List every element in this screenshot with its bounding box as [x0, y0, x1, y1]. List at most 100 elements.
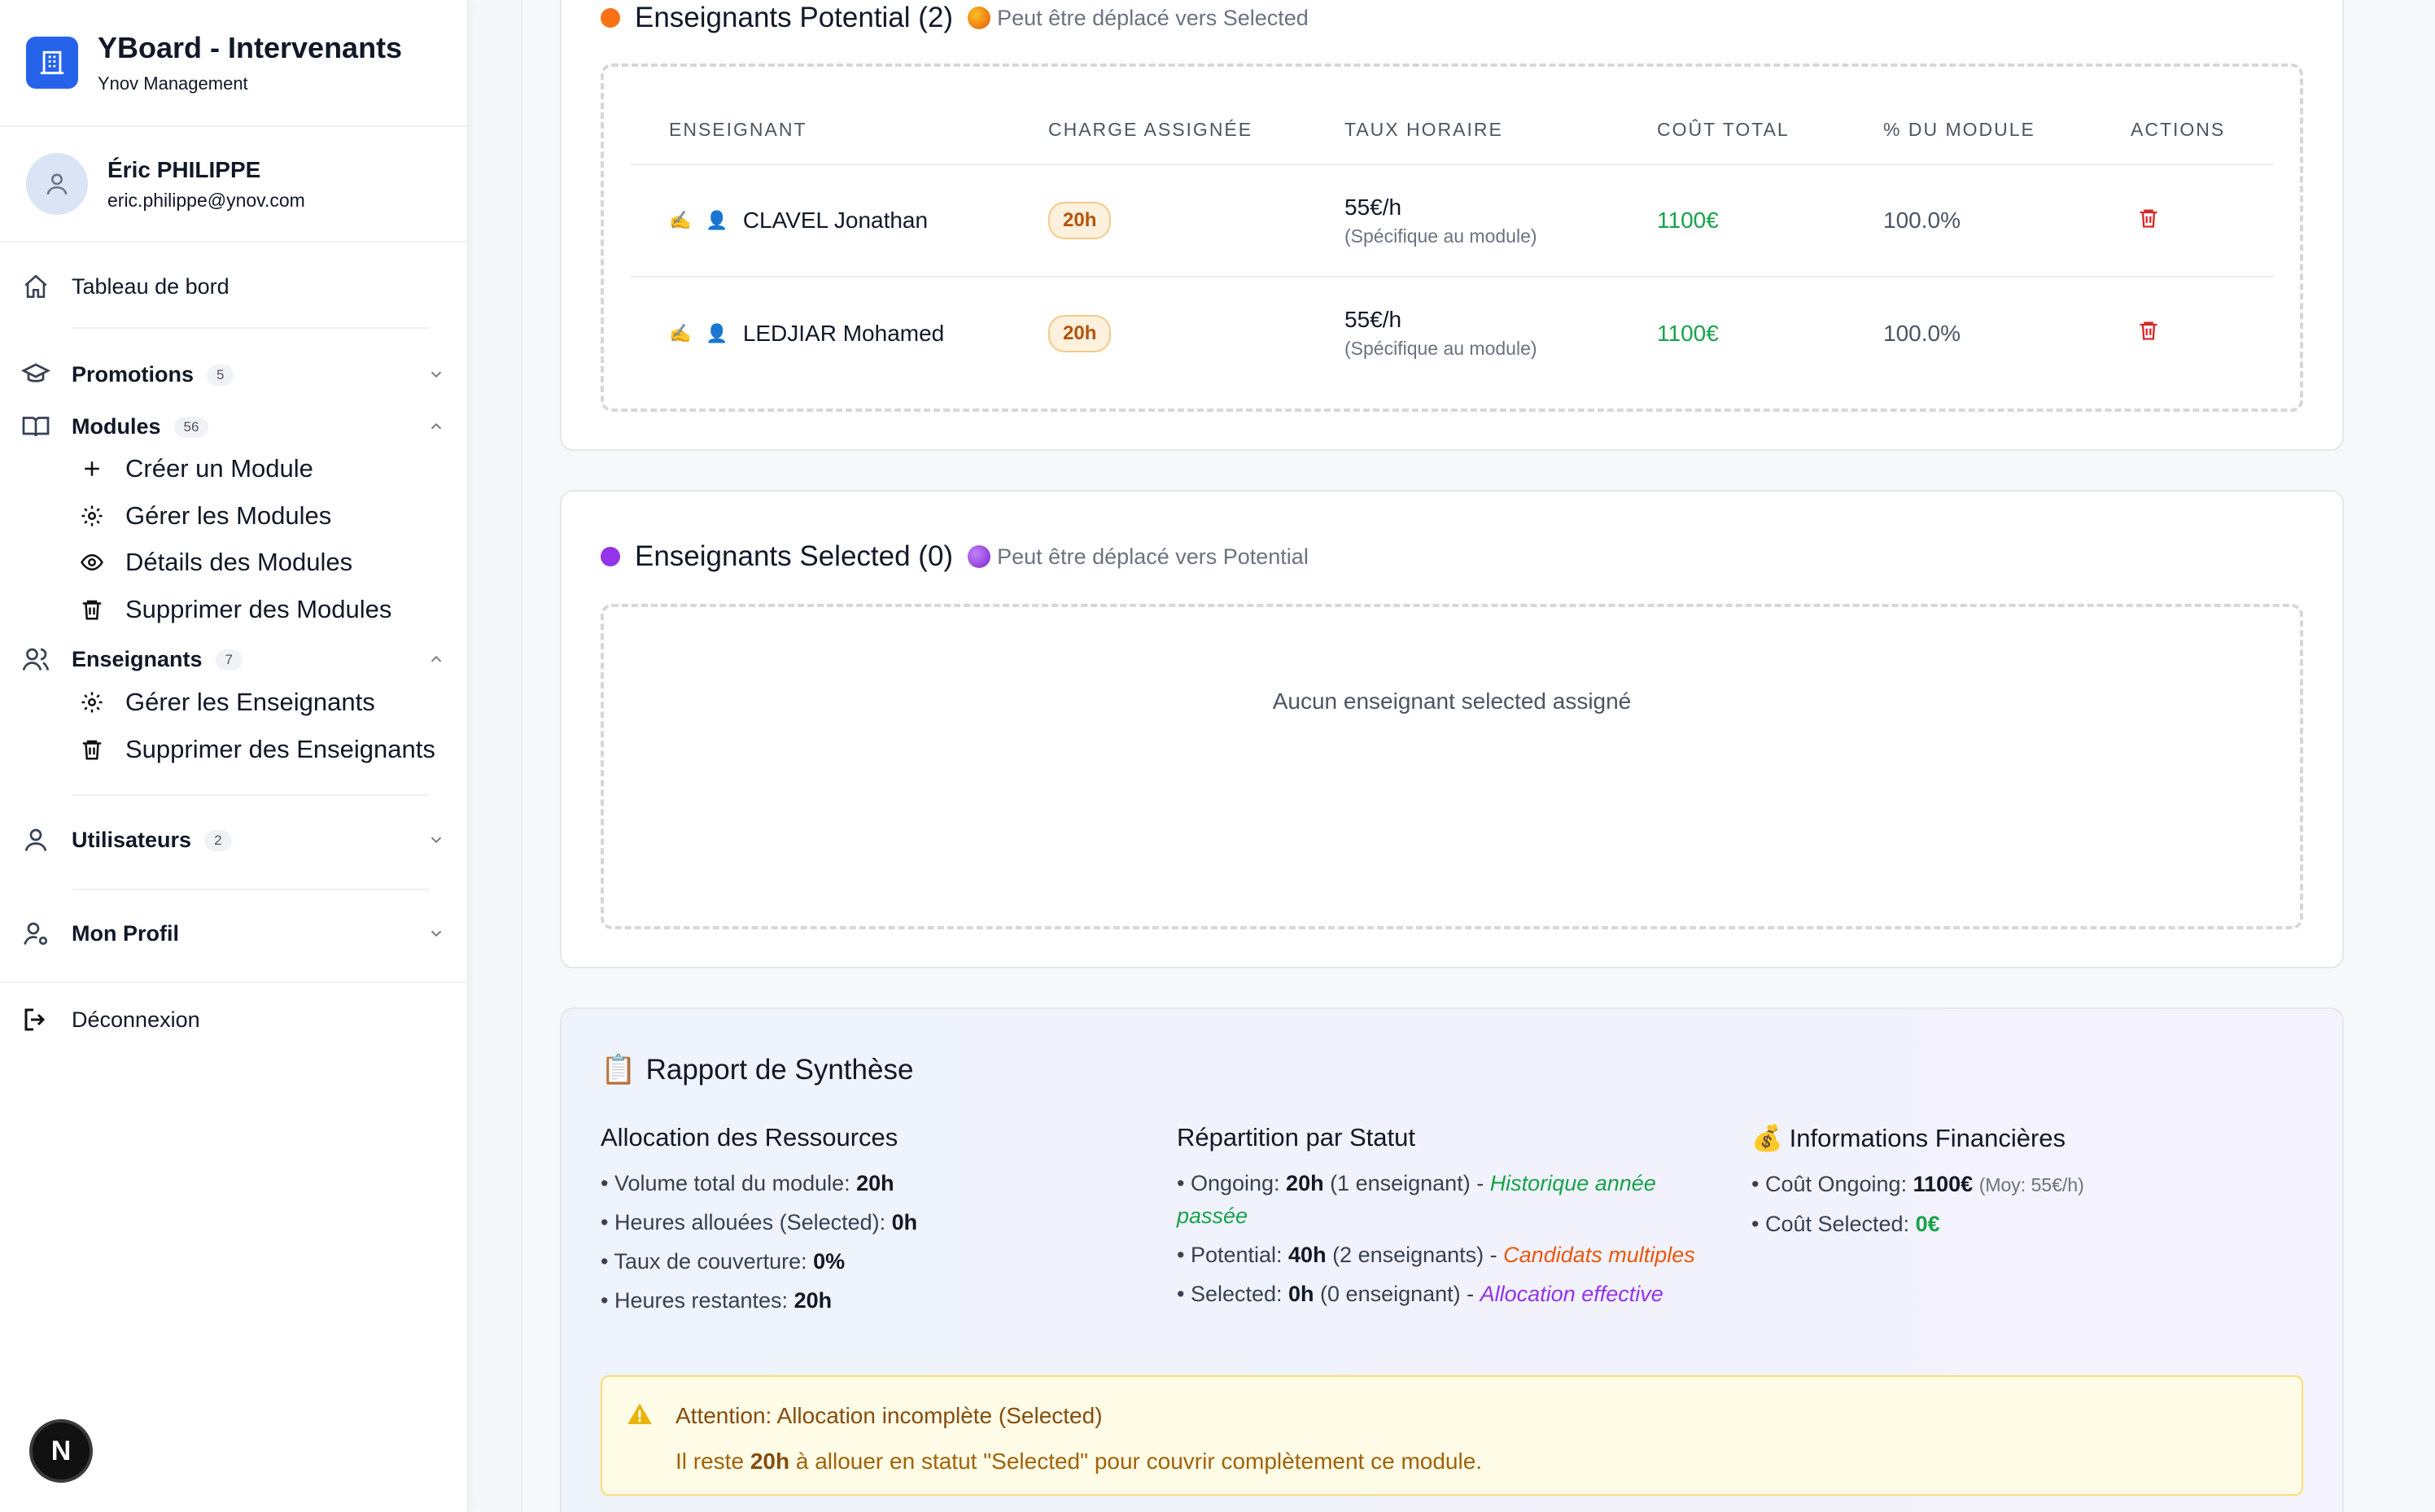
teachers-table: ENSEIGNANT CHARGE ASSIGNÉE TAUX HORAIRE … [630, 96, 2274, 389]
nav-logout-label: Déconnexion [72, 1007, 200, 1032]
money-bag-icon: 💰 [1751, 1124, 1783, 1152]
total-cost: 1100€ [1657, 320, 1719, 346]
count-badge: 5 [207, 365, 234, 387]
nav-profile[interactable]: Mon Profil [0, 916, 469, 951]
table-row[interactable]: ✍️ 👤 LEDJIAR Mohamed 20h 55€/h (Spécifiq… [630, 276, 2274, 389]
user-email: eric.philippe@ynov.com [107, 189, 305, 211]
logout-icon [20, 1003, 52, 1036]
teacher-name: LEDJIAR Mohamed [742, 320, 945, 346]
user-cog-icon [20, 917, 52, 950]
selected-card: Enseignants Selected (0) Peut être dépla… [560, 490, 2344, 968]
stat-line: • Ongoing: 20h (1 enseignant) - Historiq… [1177, 1171, 1656, 1228]
app-title: YBoard - Intervenants [98, 31, 403, 64]
nav-modules[interactable]: Modules 56 [0, 409, 469, 444]
users-icon [20, 643, 52, 675]
table-row[interactable]: ✍️ 👤 CLAVEL Jonathan 20h 55€/h (Spécifiq… [630, 164, 2274, 277]
chevron-up-icon[interactable] [426, 649, 446, 669]
chevron-down-icon[interactable] [426, 830, 446, 850]
nav-logout[interactable]: Déconnexion [0, 1002, 469, 1038]
allocation-heading: Allocation des Ressources [601, 1123, 898, 1151]
nav-manage-modules[interactable]: Gérer les Modules [78, 501, 331, 531]
column-header: TAUX HORAIRE [1344, 119, 1503, 140]
finance-column: 💰 Informations Financières • Coût Ongoing… [1751, 1123, 2305, 1247]
chevron-down-icon[interactable] [426, 924, 446, 943]
hourly-rate: 55€/h [1344, 307, 1402, 332]
orange-circle-icon [968, 7, 991, 29]
trash-icon[interactable] [2137, 207, 2160, 235]
rate-note: (Spécifique au module) [1344, 225, 1537, 247]
stat-line: • Heures restantes: 20h [601, 1288, 833, 1313]
rate-note: (Spécifique au module) [1344, 338, 1537, 359]
nav-users-label: Utilisateurs [72, 827, 192, 852]
status-column: Répartition par Statut • Ongoing: 20h (1… [1177, 1123, 1730, 1317]
drag-handle-icon[interactable]: ✍️ [669, 323, 691, 344]
warning-title: Attention: Allocation incomplète (Select… [675, 1403, 1103, 1428]
user-card[interactable]: Éric PHILIPPE eric.philippe@ynov.com [0, 127, 467, 243]
selected-dropzone[interactable]: Aucun enseignant selected assigné [601, 604, 2303, 929]
plus-icon [78, 455, 106, 483]
nav-modules-label: Modules [72, 413, 161, 439]
nav-manage-teachers[interactable]: Gérer les Enseignants [78, 688, 375, 717]
drag-handle-icon[interactable]: ✍️ [669, 210, 691, 231]
potential-card: Enseignants Potential (2) Peut être dépl… [560, 0, 2344, 451]
nav-promotions-label: Promotions [72, 361, 195, 387]
status-dot-icon [601, 8, 620, 28]
nav-users[interactable]: Utilisateurs 2 [0, 822, 469, 858]
building-icon [26, 37, 78, 89]
stat-line: • Coût Selected: 0€ [1751, 1212, 1940, 1236]
potential-hint: Peut être déplacé vers Selected [997, 5, 1309, 30]
nav-create-module[interactable]: Créer un Module [78, 454, 313, 483]
nav-delete-modules-label: Supprimer des Modules [125, 595, 392, 623]
chevron-down-icon[interactable] [426, 365, 446, 384]
column-header: ACTIONS [2131, 119, 2226, 140]
allocation-warning: Attention: Allocation incomplète (Select… [601, 1375, 2303, 1496]
nav-delete-modules[interactable]: Supprimer des Modules [78, 595, 391, 624]
hourly-rate: 55€/h [1344, 194, 1402, 220]
potential-header: Enseignants Potential (2) Peut être dépl… [601, 2, 1309, 34]
nav-module-details-label: Détails des Modules [125, 548, 353, 576]
nav-create-module-label: Créer un Module [125, 454, 313, 483]
potential-dropzone[interactable]: ENSEIGNANT CHARGE ASSIGNÉE TAUX HORAIRE … [601, 63, 2303, 412]
stat-line: • Coût Ongoing: 1100€ (Moy: 55€/h) [1751, 1172, 2084, 1196]
trash-icon [78, 736, 106, 763]
column-header: ENSEIGNANT [669, 119, 807, 140]
module-percent: 100.0% [1883, 320, 1961, 346]
nav-teachers-label: Enseignants [72, 646, 203, 671]
warning-icon [627, 1401, 653, 1431]
eye-icon [78, 548, 106, 576]
nav-manage-teachers-label: Gérer les Enseignants [125, 688, 375, 716]
potential-title: Enseignants Potential (2) [635, 2, 954, 33]
nav-delete-teachers[interactable]: Supprimer des Enseignants [78, 735, 435, 764]
purple-circle-icon [968, 545, 991, 568]
chevron-up-icon[interactable] [426, 417, 446, 436]
divider [72, 794, 430, 796]
column-header: CHARGE ASSIGNÉE [1048, 119, 1253, 140]
nav-manage-modules-label: Gérer les Modules [125, 501, 332, 530]
nextjs-dev-badge[interactable]: N [29, 1419, 93, 1483]
charge-badge: 20h [1048, 314, 1112, 352]
nav-teachers[interactable]: Enseignants 7 [0, 641, 469, 677]
selected-title: Enseignants Selected (0) [635, 540, 954, 572]
column-header: COÛT TOTAL [1657, 119, 1790, 140]
nav-promotions[interactable]: Promotions 5 [0, 356, 469, 392]
trash-icon [78, 596, 106, 623]
selected-hint: Peut être déplacé vers Potential [997, 544, 1309, 569]
brand-header: YBoard - Intervenants Ynov Management [0, 0, 467, 127]
graduation-cap-icon [20, 358, 52, 391]
nav-delete-teachers-label: Supprimer des Enseignants [125, 735, 435, 763]
divider [0, 981, 469, 983]
divider [72, 327, 430, 329]
gear-icon [78, 502, 106, 530]
user-icon: 👤 [706, 210, 728, 230]
trash-icon[interactable] [2137, 319, 2160, 347]
status-heading: Répartition par Statut [1177, 1123, 1415, 1151]
stat-line: • Taux de couverture: 0% [601, 1249, 846, 1274]
count-badge: 2 [204, 830, 232, 852]
home-icon [20, 270, 52, 303]
user-name: Éric PHILIPPE [107, 156, 261, 182]
app-subtitle: Ynov Management [98, 73, 248, 94]
nav-dashboard[interactable]: Tableau de bord [0, 269, 469, 304]
charge-badge: 20h [1048, 202, 1112, 239]
nav-module-details[interactable]: Détails des Modules [78, 548, 352, 577]
finance-heading: Informations Financières [1789, 1124, 2066, 1152]
